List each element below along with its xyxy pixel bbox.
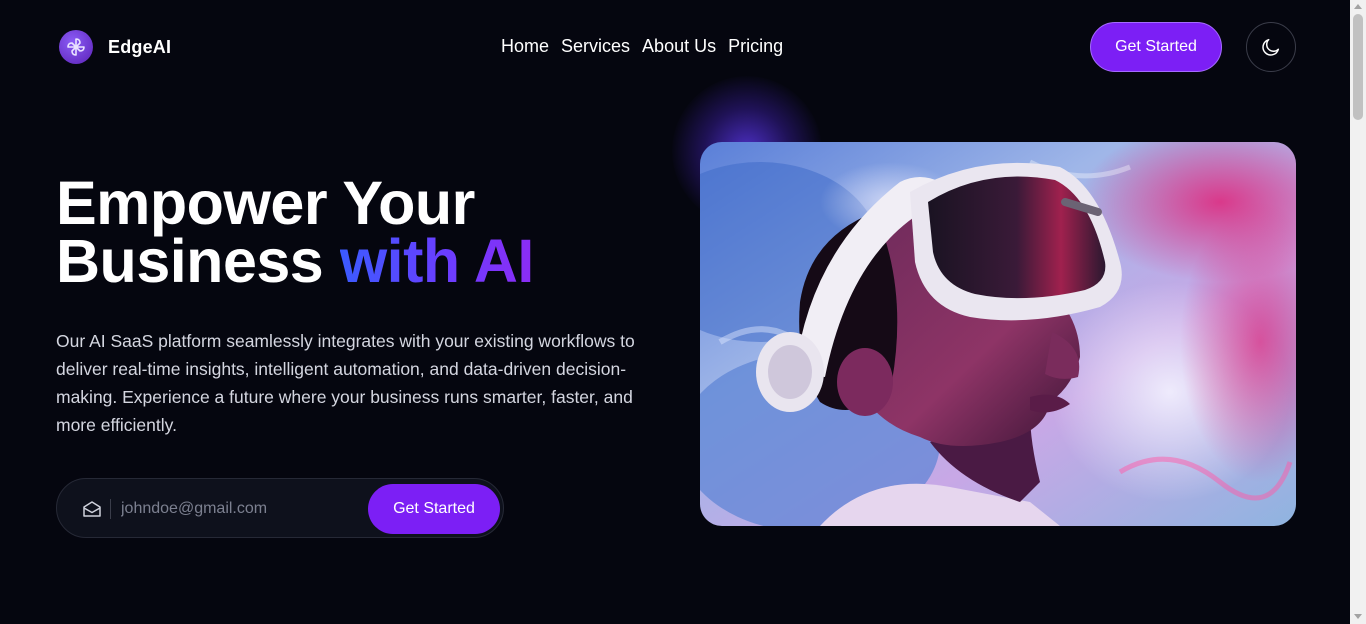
envelope-icon	[83, 501, 101, 517]
email-input[interactable]	[121, 494, 351, 524]
email-get-started-button[interactable]: Get Started	[368, 484, 500, 534]
get-started-button[interactable]: Get Started	[1090, 22, 1222, 72]
nav-link-home[interactable]: Home	[501, 36, 549, 57]
input-divider	[110, 499, 111, 519]
email-signup-form: Get Started	[56, 478, 504, 538]
scroll-up-arrow-icon[interactable]	[1354, 4, 1362, 9]
scroll-down-arrow-icon[interactable]	[1354, 614, 1362, 619]
hero-headline: Empower Your Business with AI	[56, 173, 534, 292]
headline-accent: with AI	[339, 227, 535, 295]
main-menu: Home Services About Us Pricing	[501, 36, 783, 57]
brand-name: EdgeAI	[108, 36, 172, 57]
hero-image-vr-headset	[700, 142, 1296, 526]
landing-page: EdgeAI Home Services About Us Pricing Ge…	[0, 0, 1366, 624]
headline-line-2: Business	[56, 227, 324, 295]
theme-toggle-button[interactable]	[1246, 22, 1296, 72]
moon-icon	[1262, 38, 1280, 56]
page-scrollbar[interactable]	[1350, 0, 1366, 624]
navbar: EdgeAI Home Services About Us Pricing Ge…	[0, 0, 1350, 94]
scrollbar-thumb[interactable]	[1353, 14, 1363, 120]
pinwheel-logo-icon	[59, 30, 93, 64]
nav-link-about-us[interactable]: About Us	[642, 36, 716, 57]
nav-link-pricing[interactable]: Pricing	[728, 36, 783, 57]
hero-description: Our AI SaaS platform seamlessly integrat…	[56, 331, 635, 435]
brand[interactable]: EdgeAI	[59, 30, 171, 64]
nav-link-services[interactable]: Services	[561, 36, 630, 57]
